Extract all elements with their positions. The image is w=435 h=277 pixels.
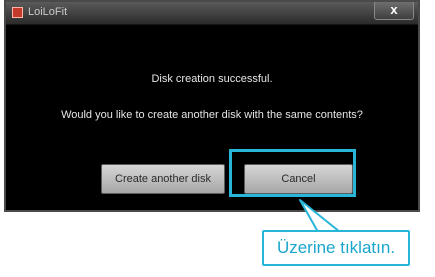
callout-pointer-arrow bbox=[299, 199, 341, 233]
callout-label: Üzerine tıklatın. bbox=[262, 230, 410, 266]
